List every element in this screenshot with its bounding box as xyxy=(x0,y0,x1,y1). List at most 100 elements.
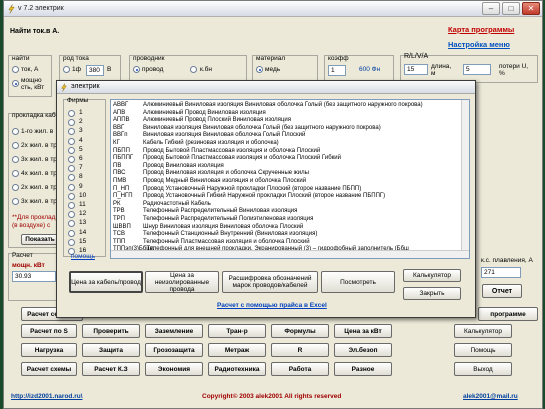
show-button[interactable]: Показать xyxy=(21,234,59,245)
el-safety-button[interactable]: Эл.безоп xyxy=(334,343,392,357)
mode-current-radio[interactable] xyxy=(12,66,19,73)
dialog-close-button[interactable]: Закрыть xyxy=(403,287,461,300)
horizontal-scrollbar[interactable] xyxy=(111,250,469,258)
vertical-scrollbar[interactable] xyxy=(461,100,469,258)
view-button[interactable]: Посмотреть xyxy=(321,271,395,293)
lightning-icon xyxy=(61,83,67,92)
decode-marks-button[interactable]: Расшифровка обозначений марок проводов/к… xyxy=(222,271,318,293)
laying-radio-2[interactable] xyxy=(12,142,19,149)
resistance-button[interactable]: R xyxy=(271,343,329,357)
brand-label: 6 xyxy=(79,155,83,162)
brand-radio[interactable] xyxy=(68,137,75,145)
copper-radio[interactable] xyxy=(256,66,263,73)
price-kw-button[interactable]: Цена за кВт xyxy=(334,324,392,338)
cable-desc: Кабель Гибкий (резиновая изоляция и обол… xyxy=(143,140,279,146)
phase-radio[interactable] xyxy=(63,66,70,73)
program-card-link[interactable]: Карта программы xyxy=(448,25,514,34)
laying-radio-5[interactable] xyxy=(12,184,19,191)
voltage-input[interactable]: 380 xyxy=(86,65,104,76)
calc-kz-button[interactable]: Расчет К.З xyxy=(82,362,140,376)
brand-radio[interactable] xyxy=(68,165,75,173)
coef-input[interactable]: 1 xyxy=(328,65,346,76)
brand-radio[interactable] xyxy=(68,211,75,219)
loss-input[interactable]: 5 xyxy=(463,64,491,75)
calculator-button[interactable]: Калькулятор xyxy=(454,324,512,338)
melt-current-label: к.с. плавления, А xyxy=(481,257,533,264)
window-title: v 7.2 электрик xyxy=(18,5,64,12)
settings-menu-link[interactable]: Настройка меню xyxy=(448,40,510,49)
cable-desc: Телефонный Распределительный Виниловая и… xyxy=(143,208,298,215)
brands-group: Фирмы 1 2 3 4 5 6 7 8 9 10 11 12 13 14 15 16 xyxy=(63,97,106,257)
formulas-button[interactable]: Формулы xyxy=(271,324,329,338)
laying-radio-3[interactable] xyxy=(12,156,19,163)
wire-radio[interactable] xyxy=(133,66,140,73)
brand-radio[interactable] xyxy=(68,238,75,246)
cable-desc: Телефонный Станционный Внутренний (Винил… xyxy=(143,231,318,238)
maximize-button[interactable]: □ xyxy=(502,2,520,15)
cable-desc: Провод Медный Виниловая изоляция и оболо… xyxy=(143,178,307,184)
economy-button[interactable]: Экономия xyxy=(145,362,203,376)
site-link[interactable]: http://izd2001.narod.ru\ xyxy=(11,393,83,400)
transformer-button[interactable]: Тран-р xyxy=(208,324,266,338)
cable-desc: Виниловая изоляция Виниловая оболочка Го… xyxy=(143,132,306,139)
excel-link[interactable]: Расчет с помощью прайса в Excel xyxy=(217,302,327,309)
work-button[interactable]: Работа xyxy=(271,362,329,376)
protection-button[interactable]: Защита xyxy=(82,343,140,357)
price-bare-button[interactable]: Цена за неизолированные провода xyxy=(145,271,219,293)
mode-power-radio[interactable] xyxy=(12,80,19,87)
brand-radio[interactable] xyxy=(68,220,75,228)
brand-radio[interactable] xyxy=(68,146,75,154)
cable-desc: Провод Виниловая изоляция xyxy=(143,162,224,169)
brand-radio[interactable] xyxy=(68,183,75,191)
laying-radio-6[interactable] xyxy=(12,198,19,205)
brand-radio[interactable] xyxy=(68,128,75,136)
calc-section-label: Расчет xyxy=(12,252,33,259)
laying-radio-1[interactable] xyxy=(12,128,19,135)
brand-label: 2 xyxy=(79,118,83,126)
brand-label: 3 xyxy=(79,127,83,135)
minimize-button[interactable]: – xyxy=(482,2,500,15)
email-link[interactable]: alek2001@mail.ru xyxy=(463,393,518,400)
brand-radio[interactable] xyxy=(68,202,75,209)
radio-button[interactable]: Радиотехника xyxy=(208,362,266,376)
melt-current-output: 271 xyxy=(481,267,521,278)
brand-radio[interactable] xyxy=(68,192,75,200)
copyright-text: Copyright© 2003 alek2001 All rights rese… xyxy=(202,393,342,400)
report-button[interactable]: Отчет xyxy=(482,284,522,298)
dialog-calculator-button[interactable]: Калькулятор xyxy=(403,269,461,282)
mode-group-label: найти xyxy=(12,55,30,62)
brand-radio[interactable] xyxy=(68,110,75,117)
lightning-button[interactable]: Грозозащита xyxy=(145,343,203,357)
length-input[interactable]: 15 xyxy=(404,64,428,75)
cable-desc: Виниловая изоляция Виниловая оболочка Го… xyxy=(143,124,381,131)
cable-radio[interactable] xyxy=(190,66,197,73)
price-cable-button[interactable]: Цена за кабель/провод xyxy=(69,271,143,293)
laying-radio-4[interactable] xyxy=(12,170,19,177)
ground-button[interactable]: Заземление xyxy=(145,324,203,338)
exit-button[interactable]: Выход xyxy=(454,362,512,376)
title-bar: v 7.2 электрик – □ ✕ xyxy=(4,1,542,17)
help-button[interactable]: Помощь xyxy=(454,343,512,357)
load-button[interactable]: Нагрузка xyxy=(21,343,77,357)
cable-desc: Телефонный Распределительный Полиэтилено… xyxy=(143,216,314,222)
laying-opt-4: 4х жил. в тр xyxy=(21,170,57,177)
cable-desc: Алюминиевый Виниловая изоляция Виниловая… xyxy=(143,102,423,108)
brand-radio[interactable] xyxy=(68,229,75,237)
cable-list[interactable]: АВВГ Алюминиевый Виниловая изоляция Винил… xyxy=(110,99,470,259)
cable-desc: Шнур Виниловая изоляция Виниловая оболоч… xyxy=(143,223,304,230)
lightning-icon xyxy=(8,4,15,14)
brand-radio[interactable] xyxy=(68,156,75,163)
laying-opt-2: 2х жил. в тр xyxy=(21,142,57,149)
dialog-help-link[interactable]: помощь xyxy=(71,253,95,260)
coef-label: коэфф xyxy=(328,55,349,62)
calc-scheme-button[interactable]: Расчет схемы xyxy=(21,362,77,376)
calc-s-button[interactable]: Расчет по S xyxy=(21,324,77,338)
misc-button[interactable]: Разное xyxy=(334,362,392,376)
brands-label: Фирмы xyxy=(67,97,89,104)
brand-radio[interactable] xyxy=(68,119,75,127)
close-button[interactable]: ✕ xyxy=(522,2,540,15)
brand-radio[interactable] xyxy=(68,174,75,182)
by-program-button[interactable]: программе xyxy=(478,307,538,321)
check-button[interactable]: Проверить xyxy=(82,324,140,338)
metrage-button[interactable]: Метраж xyxy=(208,343,266,357)
